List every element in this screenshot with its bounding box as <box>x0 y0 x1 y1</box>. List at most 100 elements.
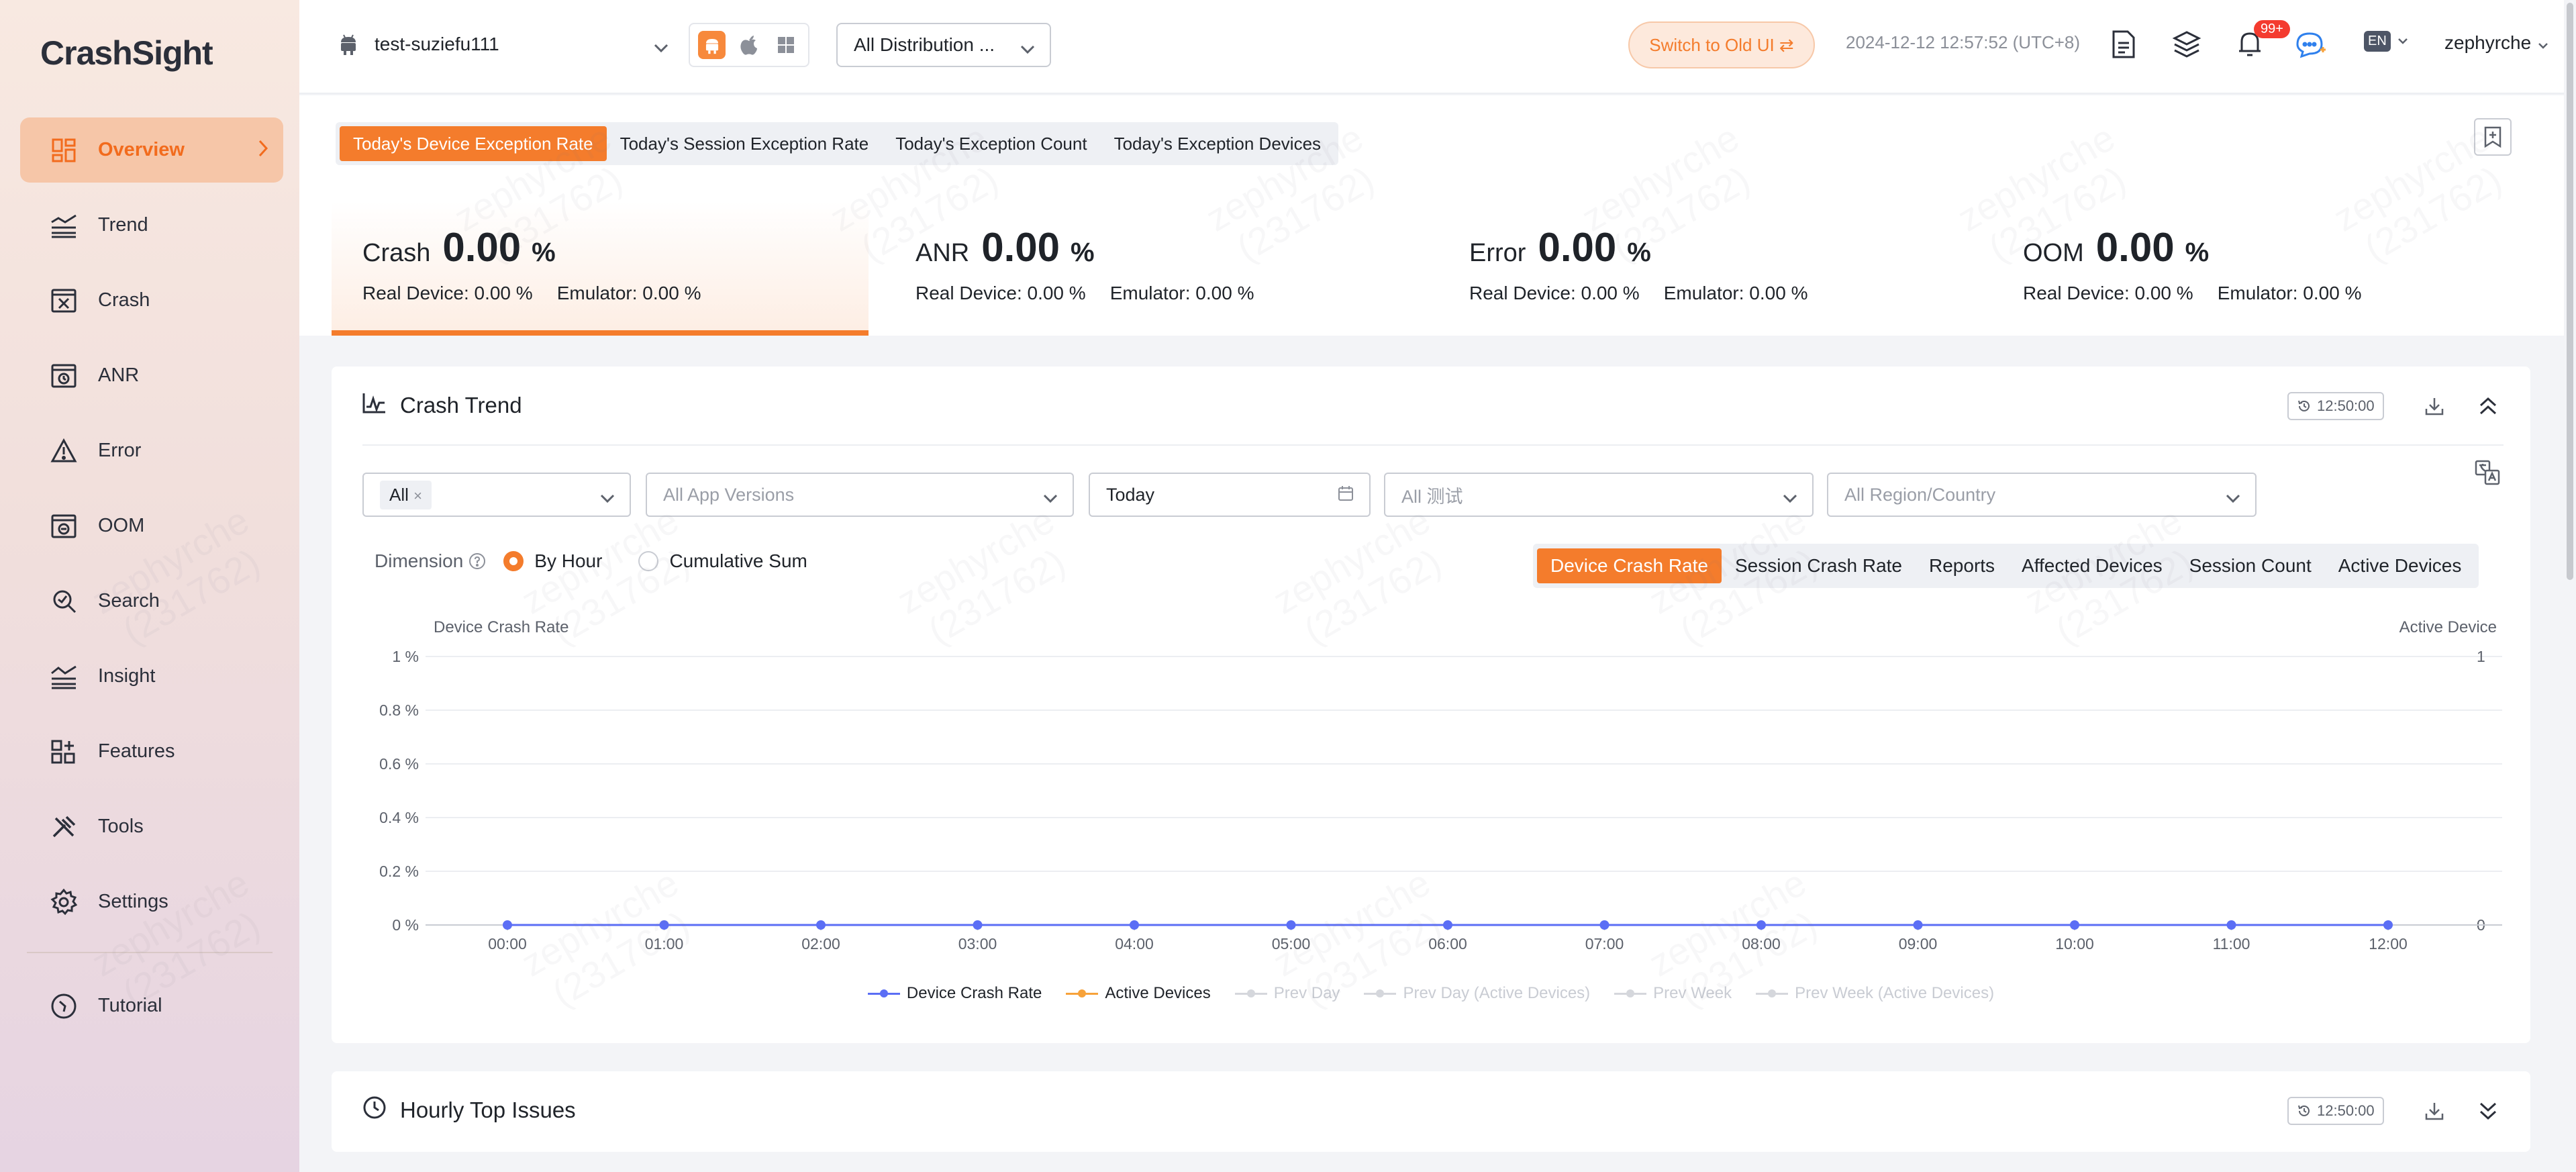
y-tick-label: 0.2 % <box>379 863 419 880</box>
legend-label: Prev Day (Active Devices) <box>1403 984 1591 1002</box>
data-point <box>2226 920 2236 930</box>
notification-badge: 99+ <box>2254 20 2290 38</box>
sidebar-item-trend[interactable]: Trend <box>20 193 283 258</box>
sidebar: CrashSight Overview Trend Crash ANR Erro… <box>0 0 299 1172</box>
sidebar-item-anr[interactable]: ANR <box>20 343 283 408</box>
sidebar-item-oom[interactable]: OOM <box>20 493 283 558</box>
kpi-emulator: Emulator: 0.00 % <box>2217 283 2362 303</box>
user-menu[interactable]: zephyrche <box>2444 32 2548 54</box>
kpi-emulator: Emulator: 0.00 % <box>1109 283 1254 303</box>
sidebar-item-label: ANR <box>98 364 140 386</box>
tab-exception-count[interactable]: Today's Exception Count <box>882 126 1100 161</box>
kpi-error[interactable]: Error 0.00% Real Device: 0.00 % Emulator: … <box>1438 201 1975 336</box>
server-datetime: 2024-12-12 12:57:52 (UTC+8) <box>1846 32 2081 52</box>
y-tick-label: 0.6 % <box>379 755 419 773</box>
data-point <box>2383 920 2393 930</box>
kpi-section: Today's Device Exception Rate Today's Se… <box>299 95 2576 336</box>
x-tick-label: 10:00 <box>2055 935 2094 953</box>
tab-session-exception-rate[interactable]: Today's Session Exception Rate <box>607 126 883 161</box>
history-icon <box>2298 1105 2310 1116</box>
kpi-unit: % <box>1627 238 1651 267</box>
sidebar-item-overview[interactable]: Overview <box>20 117 283 183</box>
legend-label: Device Crash Rate <box>906 984 1042 1002</box>
legend-label: Prev Week <box>1653 984 1732 1002</box>
y2-tick-label: 1 <box>2477 648 2485 665</box>
kpi-value: 0.00 <box>2095 225 2175 270</box>
data-point <box>1599 920 1609 930</box>
top-header: test-suziefu111 All Distribution ... Swi… <box>299 0 2576 94</box>
tab-exception-devices[interactable]: Today's Exception Devices <box>1101 126 1334 161</box>
data-point <box>1443 920 1452 930</box>
x-tick-label: 00:00 <box>488 935 527 953</box>
download-button[interactable] <box>2419 1095 2450 1126</box>
y-tick-label: 1 % <box>392 648 419 665</box>
kpi-crash[interactable]: Crash 0.00% Real Device: 0.00 % Emulator: … <box>332 201 869 336</box>
sidebar-item-settings[interactable]: Settings <box>20 869 283 934</box>
chat-icon[interactable] <box>2293 27 2328 62</box>
legend-marker <box>1364 988 1397 999</box>
legend-item[interactable]: Prev Week (Active Devices) <box>1756 984 1994 1003</box>
sidebar-item-label: Error <box>98 440 142 461</box>
sidebar-item-tools[interactable]: Tools <box>20 794 283 859</box>
language-switcher[interactable]: EN <box>2364 31 2408 52</box>
legend-item[interactable]: Device Crash Rate <box>867 984 1042 1003</box>
sidebar-item-crash[interactable]: Crash <box>20 268 283 333</box>
kpi-value: 0.00 <box>981 225 1060 270</box>
sidebar-item-label: OOM <box>98 515 145 536</box>
layers-icon[interactable] <box>2169 27 2204 62</box>
search-icon <box>50 587 78 616</box>
bookmark-button[interactable] <box>2474 118 2512 156</box>
sidebar-item-label: Overview <box>98 139 185 160</box>
kpi-real-device: Real Device: 0.00 % <box>1469 283 1640 303</box>
data-point <box>816 920 826 930</box>
chevron-down-icon <box>2397 36 2408 48</box>
legend-item[interactable]: Prev Day (Active Devices) <box>1364 984 1590 1003</box>
clock-alert-icon <box>362 1095 387 1125</box>
legend-marker <box>1756 988 1789 999</box>
kpi-oom[interactable]: OOM 0.00% Real Device: 0.00 % Emulator: 0.… <box>1992 201 2529 336</box>
x-tick-label: 09:00 <box>1899 935 1938 953</box>
sidebar-item-label: Features <box>98 740 175 762</box>
legend-item[interactable]: Prev Week <box>1614 984 1732 1003</box>
kpi-name: OOM <box>2023 239 2084 267</box>
refresh-time-chip[interactable]: 12:50:00 <box>2287 1097 2384 1125</box>
tab-device-exception-rate[interactable]: Today's Device Exception Rate <box>340 126 607 161</box>
app-name: test-suziefu111 <box>375 34 499 54</box>
sidebar-tutorial-wrap: Tutorial <box>20 973 283 1048</box>
insight-icon <box>50 663 78 691</box>
user-name: zephyrche <box>2444 32 2532 53</box>
sidebar-item-error[interactable]: Error <box>20 418 283 483</box>
windows-platform-icon[interactable] <box>773 31 800 59</box>
legend-marker <box>1234 988 1267 999</box>
kpi-anr[interactable]: ANR 0.00% Real Device: 0.00 % Emulator: 0.… <box>885 201 1422 336</box>
expand-button[interactable] <box>2473 1095 2504 1126</box>
switch-old-ui-button[interactable]: Switch to Old UI ⇄ <box>1628 21 1815 68</box>
x-tick-label: 11:00 <box>2213 935 2250 953</box>
apple-platform-icon[interactable] <box>735 31 762 59</box>
kpi-emulator: Emulator: 0.00 % <box>1663 283 1808 303</box>
legend-item[interactable]: Prev Day <box>1234 984 1340 1003</box>
y2-axis-title: Active Device <box>2399 618 2497 636</box>
legend-item[interactable]: Active Devices <box>1066 984 1211 1003</box>
android-platform-icon[interactable] <box>698 31 726 59</box>
gear-icon <box>50 888 78 916</box>
sidebar-item-insight[interactable]: Insight <box>20 644 283 709</box>
document-icon[interactable] <box>2106 27 2141 62</box>
oom-icon <box>50 512 78 540</box>
sidebar-item-label: Trend <box>98 214 148 236</box>
app-logo[interactable]: CrashSight <box>40 34 213 72</box>
sidebar-item-search[interactable]: Search <box>20 569 283 634</box>
sidebar-item-label: Search <box>98 590 160 612</box>
legend-label: Prev Day <box>1273 984 1340 1002</box>
sidebar-item-features[interactable]: Features <box>20 719 283 784</box>
app-selector[interactable]: test-suziefu111 <box>337 24 673 64</box>
scrollbar-thumb[interactable] <box>2567 3 2573 580</box>
chevron-down-icon <box>1020 38 1035 59</box>
trend-icon <box>50 211 78 240</box>
x-tick-label: 04:00 <box>1115 935 1154 953</box>
sidebar-item-tutorial[interactable]: Tutorial <box>20 973 283 1038</box>
distribution-select[interactable]: All Distribution ... <box>836 23 1051 67</box>
hourly-title: Hourly Top Issues <box>400 1097 576 1122</box>
kpi-real-device: Real Device: 0.00 % <box>915 283 1086 303</box>
bookmark-icon <box>2484 126 2501 148</box>
